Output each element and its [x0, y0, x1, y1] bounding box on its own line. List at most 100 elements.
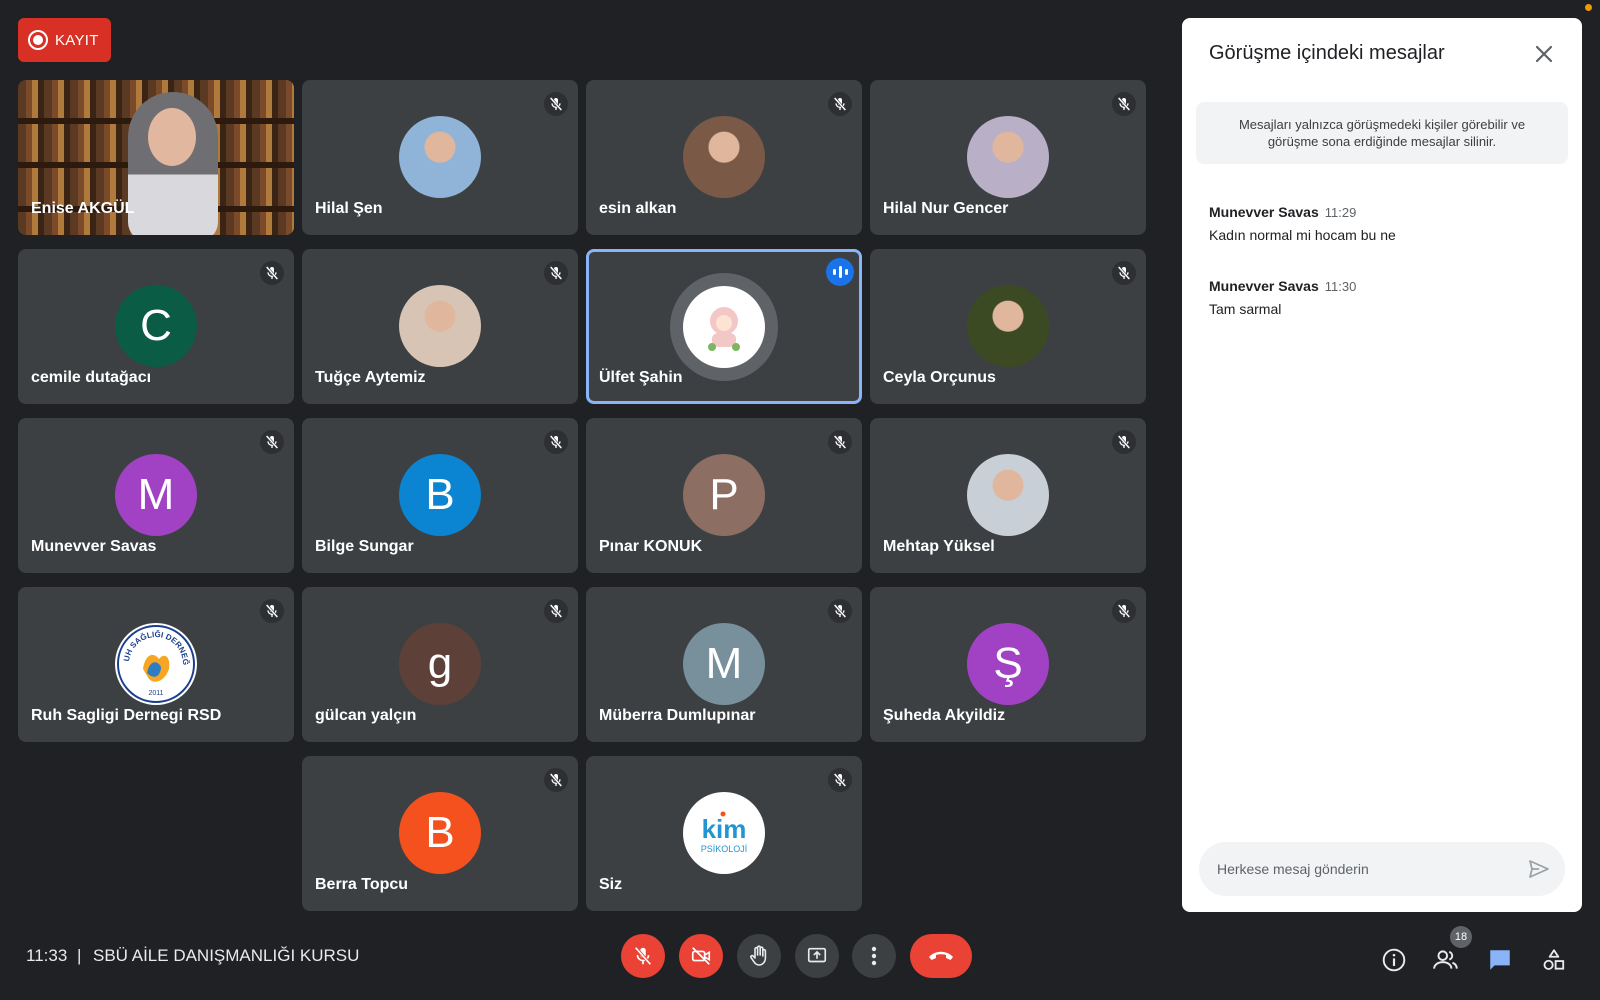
participant-avatar: g: [399, 623, 481, 705]
avatar-initial: B: [425, 808, 455, 857]
mic-off-icon: [260, 261, 284, 285]
raise-hand-button[interactable]: [737, 934, 781, 978]
rsd-logo: RUH SAĞLIĞI DERNEĞİ2011: [115, 623, 197, 705]
send-icon[interactable]: [1527, 857, 1551, 881]
participant-tile[interactable]: Enise AKGÜL: [18, 80, 294, 235]
svg-text:2011: 2011: [148, 690, 163, 697]
meeting-clock: 11:33: [26, 946, 68, 965]
participant-tile[interactable]: M Munevver Savas: [18, 418, 294, 573]
participant-photo: [967, 285, 1049, 367]
more-options-button[interactable]: [852, 934, 896, 978]
camera-toggle-button[interactable]: [679, 934, 723, 978]
participant-name: Ruh Sagligi Dernegi RSD: [31, 707, 222, 724]
present-icon: [807, 947, 827, 963]
participant-name: Mehtap Yüksel: [883, 538, 995, 555]
chat-icon: [1490, 950, 1510, 970]
participant-name: Hilal Nur Gencer: [883, 200, 1009, 217]
present-now-button[interactable]: [795, 934, 839, 978]
participant-tile[interactable]: P Pınar KONUK: [586, 418, 862, 573]
camera-off-icon: [691, 947, 711, 965]
mic-off-icon: [260, 430, 284, 454]
avatar-initial: M: [705, 639, 743, 688]
participants-button[interactable]: [1432, 946, 1460, 974]
chat-panel: Görüşme içindeki mesajlar Mesajları yaln…: [1182, 18, 1582, 912]
participant-tile[interactable]: RUH SAĞLIĞI DERNEĞİ2011 Ruh Sagligi Derne…: [18, 587, 294, 742]
message-text: Tam sarmal: [1209, 301, 1282, 317]
cartoon-avatar-icon: [708, 307, 740, 351]
participant-name: esin alkan: [599, 200, 677, 217]
participant-tile[interactable]: Hilal Şen: [302, 80, 578, 235]
record-icon: [28, 30, 48, 50]
avatar-initial: Ş: [993, 639, 1023, 688]
participant-tile[interactable]: esin alkan: [586, 80, 862, 235]
meeting-title: SBÜ AİLE DANIŞMANLIĞI KURSU: [93, 946, 360, 965]
bottom-bar: 11:33 | SBÜ AİLE DANIŞMANLIĞI KURSU 18: [0, 912, 1600, 1000]
message-text: Kadın normal mi hocam bu ne: [1209, 227, 1396, 243]
recording-badge: KAYIT: [18, 18, 111, 62]
mic-off-icon: [544, 768, 568, 792]
mic-off-icon: [544, 261, 568, 285]
participant-avatar: C: [115, 285, 197, 367]
participant-photo: [399, 285, 481, 367]
chat-notice: Mesajları yalnızca görüşmedeki kişiler g…: [1196, 102, 1568, 164]
participant-avatar: P: [683, 454, 765, 536]
participant-avatar: M: [115, 454, 197, 536]
participant-tile[interactable]: Ş Şuheda Akyildiz: [870, 587, 1146, 742]
participant-grid: Enise AKGÜL Hilal Şen esin alkan Hilal Nur …: [18, 80, 1164, 912]
mic-off-icon: [828, 768, 852, 792]
participant-tile[interactable]: Ceyla Orçunus: [870, 249, 1146, 404]
chat-message: Munevver Savas 11:30 Tam sarmal: [1209, 278, 1559, 317]
close-icon[interactable]: [1532, 42, 1556, 66]
avatar-initial: g: [427, 639, 453, 688]
message-sender: Munevver Savas: [1209, 278, 1319, 294]
mic-off-icon: [544, 599, 568, 623]
participant-count-badge: 18: [1450, 926, 1472, 948]
kim-psikoloji-logo: kim PSİKOLOJİ: [683, 792, 765, 874]
meeting-details-button[interactable]: [1380, 946, 1408, 974]
mic-off-icon: [1112, 92, 1136, 116]
svg-text:kim: kim: [702, 814, 747, 844]
activities-button[interactable]: [1540, 946, 1568, 974]
mic-off-icon: [1112, 599, 1136, 623]
participant-tile[interactable]: Hilal Nur Gencer: [870, 80, 1146, 235]
participant-name: Müberra Dumlupınar: [599, 707, 756, 724]
speaking-indicator-icon: [826, 258, 854, 286]
participant-name: Munevver Savas: [31, 538, 157, 555]
mic-off-icon: [1112, 261, 1136, 285]
hangup-icon: [929, 951, 953, 960]
participant-tile[interactable]: M Müberra Dumlupınar: [586, 587, 862, 742]
microphone-toggle-button[interactable]: [621, 934, 665, 978]
chat-panel-title: Görüşme içindeki mesajlar: [1209, 42, 1445, 64]
mic-off-icon: [828, 599, 852, 623]
participant-tile[interactable]: Mehtap Yüksel: [870, 418, 1146, 573]
chat-button[interactable]: [1486, 946, 1514, 974]
participant-name: Siz: [599, 876, 623, 893]
recording-label: KAYIT: [55, 31, 99, 49]
participant-name: Ülfet Şahin: [599, 369, 683, 386]
status-dot: [1585, 4, 1592, 11]
mic-off-icon: [544, 92, 568, 116]
participant-tile[interactable]: kim PSİKOLOJİ Siz: [586, 756, 862, 911]
avatar-initial: M: [137, 470, 175, 519]
participant-name: Tuğçe Aytemiz: [315, 369, 426, 386]
participant-tile[interactable]: Ülfet Şahin: [586, 249, 862, 404]
participant-tile[interactable]: B Berra Topcu: [302, 756, 578, 911]
participant-name: Enise AKGÜL: [31, 200, 135, 217]
participant-photo: [967, 454, 1049, 536]
participant-tile[interactable]: g gülcan yalçın: [302, 587, 578, 742]
participant-tile[interactable]: B Bilge Sungar: [302, 418, 578, 573]
message-time: 11:30: [1324, 279, 1357, 294]
info-icon: [1382, 948, 1406, 972]
message-sender: Munevver Savas: [1209, 204, 1319, 220]
leave-call-button[interactable]: [910, 934, 972, 978]
mic-off-icon: [828, 92, 852, 116]
activities-icon: [1543, 949, 1565, 970]
participant-name: Berra Topcu: [315, 876, 409, 893]
participant-name: Bilge Sungar: [315, 538, 414, 555]
chat-input[interactable]: [1217, 842, 1517, 896]
participant-tile[interactable]: Ccemile dutağacı: [18, 249, 294, 404]
participant-tile[interactable]: Tuğçe Aytemiz: [302, 249, 578, 404]
raise-hand-icon: [750, 945, 767, 966]
mic-off-icon: [634, 946, 652, 966]
participant-avatar: B: [399, 792, 481, 874]
